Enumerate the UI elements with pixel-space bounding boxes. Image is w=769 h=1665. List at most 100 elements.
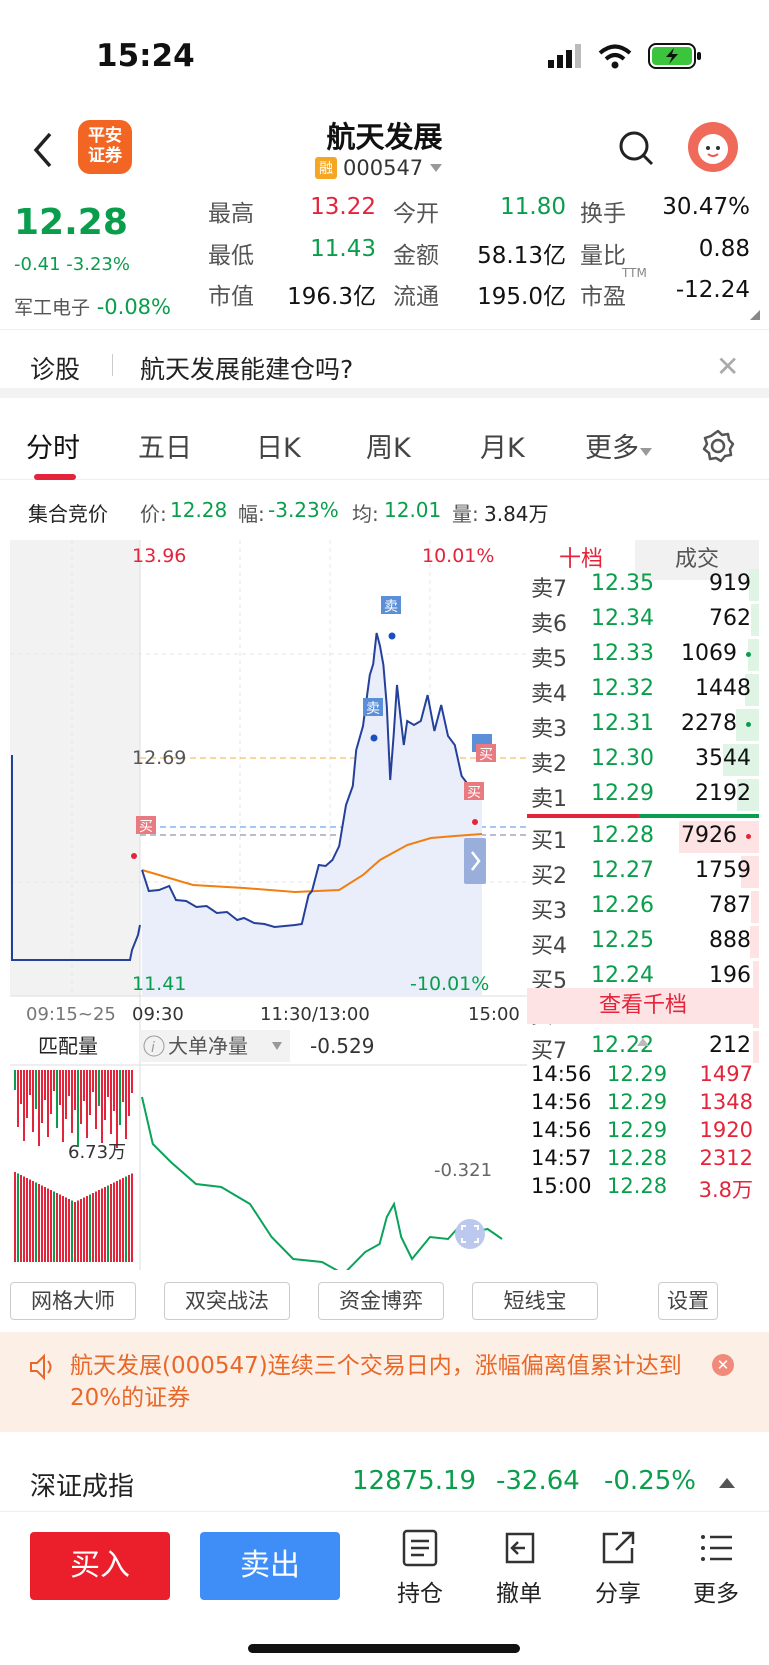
match-bar-bottom: [20, 1175, 22, 1262]
match-volume-value: 6.73万: [68, 1142, 126, 1163]
tick-vol: 1348: [699, 1090, 753, 1114]
level-price: 12.34: [591, 606, 654, 631]
tab-more-label: 更多: [585, 433, 639, 464]
dropdown-caret-icon: [640, 448, 652, 456]
intraday-chart[interactable]: 13.96 10.01% 12.69 11.41 -10.01% 09:15~2…: [10, 540, 527, 1276]
match-bar-bottom: [29, 1179, 31, 1262]
level-label: 卖2: [531, 752, 567, 777]
ask-level-row[interactable]: 卖5 12.33 1069: [527, 638, 759, 672]
ask-level-row[interactable]: 卖3 12.31 2278: [527, 708, 759, 742]
collapse-caret-icon[interactable]: [635, 1036, 651, 1048]
tab-daily-k[interactable]: 日K: [256, 426, 301, 465]
sell-marker-2-text: 卖: [366, 701, 380, 717]
match-bar-bottom: [101, 1188, 103, 1262]
nav-cancel-label: 撤单: [496, 1581, 542, 1607]
fullscreen-button[interactable]: [455, 1219, 485, 1249]
match-bar-bottom: [113, 1182, 115, 1262]
match-bar-top: [131, 1070, 133, 1093]
status-bar: 15:24: [0, 0, 769, 110]
nav-more[interactable]: 更多: [681, 1528, 751, 1608]
search-icon[interactable]: [616, 128, 656, 168]
buy-dot: [131, 853, 137, 859]
match-bar-top: [92, 1070, 94, 1092]
expand-up-icon[interactable]: [718, 1476, 736, 1490]
match-bar-top: [125, 1070, 127, 1139]
tab-five-day[interactable]: 五日: [138, 426, 192, 465]
match-bar-top: [83, 1070, 85, 1101]
level-volume: 212: [709, 1033, 751, 1058]
home-indicator: [248, 1644, 520, 1653]
assistant-avatar[interactable]: [688, 122, 738, 172]
auction-label: 集合竞价: [28, 502, 108, 526]
close-icon[interactable]: ✕: [712, 1354, 734, 1376]
change-dot: [746, 652, 751, 657]
diagnose-bar[interactable]: 诊股 航天发展能建仓吗? ✕: [0, 330, 769, 398]
match-bar-bottom: [83, 1197, 85, 1262]
bid-level-row[interactable]: 买1 12.28 7926: [527, 820, 759, 854]
undo-icon: [505, 1532, 535, 1564]
menu-icon: [701, 1535, 732, 1561]
nav-cancel-order[interactable]: 撤单: [484, 1528, 554, 1608]
gear-icon[interactable]: [700, 428, 736, 464]
tab-intraday[interactable]: 分时: [26, 426, 80, 465]
stock-code-selector[interactable]: 融 000547: [315, 156, 443, 180]
ask-level-row[interactable]: 卖2 12.30 3544: [527, 743, 759, 777]
index-bar[interactable]: 深证成指 12875.19 -32.64 -0.25%: [0, 1448, 769, 1512]
level-volume: 196: [709, 963, 751, 988]
view-thousand-levels-button[interactable]: 查看千档: [527, 988, 759, 1024]
level-price: 12.26: [591, 893, 654, 918]
bid-level-row[interactable]: 买2 12.27 1759: [527, 855, 759, 889]
tool-short-term[interactable]: 短线宝: [472, 1282, 598, 1320]
match-bar-top: [26, 1070, 28, 1118]
match-bar-bottom: [50, 1190, 52, 1262]
diagnose-label: 诊股: [30, 355, 81, 384]
diagnose-question[interactable]: 航天发展能建仓吗?: [140, 350, 353, 386]
tool-settings[interactable]: 设置: [658, 1282, 718, 1320]
ask-level-row[interactable]: 卖7 12.35 919: [527, 568, 759, 602]
quote-value: 58.13亿: [477, 243, 566, 269]
risk-notice[interactable]: 航天发展(000547)连续三个交易日内，涨幅偏离值累计达到20%的证券 ✕: [0, 1332, 769, 1432]
volume-bar: [751, 604, 759, 636]
ask-level-row[interactable]: 卖6 12.34 762: [527, 603, 759, 637]
ask-level-row[interactable]: 卖4 12.32 1448: [527, 673, 759, 707]
close-icon[interactable]: ✕: [716, 350, 739, 383]
bottom-action-bar: 买入 卖出 持仓 撤单 分享 更多: [0, 1514, 769, 1665]
speaker-icon: [30, 1353, 52, 1381]
expand-panel-button[interactable]: [464, 838, 486, 884]
nav-more-label: 更多: [693, 1581, 739, 1607]
sell-button[interactable]: 卖出: [200, 1532, 340, 1600]
indicator-name[interactable]: 大单净量: [168, 1034, 248, 1058]
match-bar-top: [44, 1070, 46, 1100]
ask-level-row[interactable]: 卖1 12.29 2192: [527, 778, 759, 812]
bid-level-row[interactable]: 买4 12.25 888: [527, 925, 759, 959]
match-bar-bottom: [122, 1178, 124, 1262]
quote-value: 11.80: [500, 194, 566, 220]
tool-grid-master[interactable]: 网格大师: [10, 1282, 136, 1320]
quote-label: 市盈: [580, 284, 626, 310]
match-bar-bottom: [95, 1191, 97, 1262]
volume-bar: [750, 926, 759, 958]
bid-level-row[interactable]: 买3 12.26 787: [527, 890, 759, 924]
tab-more[interactable]: 更多: [585, 426, 653, 465]
level-price: 12.24: [591, 963, 654, 988]
match-bar-top: [47, 1070, 49, 1137]
info-price: 12.28: [170, 498, 228, 522]
indicator-value: -0.529: [310, 1034, 374, 1058]
nav-positions[interactable]: 持仓: [385, 1528, 455, 1608]
level-volume: 762: [709, 606, 751, 631]
tool-double-breakout[interactable]: 双突战法: [164, 1282, 290, 1320]
corner-expand-icon[interactable]: [750, 310, 760, 320]
level-label: 卖4: [531, 682, 567, 707]
buy-button[interactable]: 买入: [30, 1532, 170, 1600]
tick-vol: 3.8万: [698, 1178, 753, 1202]
match-bar-top: [56, 1070, 58, 1128]
match-bar-bottom: [68, 1199, 70, 1262]
info-avg: 12.01: [384, 498, 442, 522]
tool-capital-game[interactable]: 资金博弈: [318, 1282, 444, 1320]
level-volume: 3544: [695, 746, 751, 771]
tab-weekly-k[interactable]: 周K: [366, 426, 411, 465]
nav-share[interactable]: 分享: [583, 1528, 653, 1608]
tab-monthly-k[interactable]: 月K: [480, 426, 525, 465]
level-label: 买2: [531, 864, 567, 889]
sector-info[interactable]: 军工电子 -0.08%: [14, 293, 171, 320]
